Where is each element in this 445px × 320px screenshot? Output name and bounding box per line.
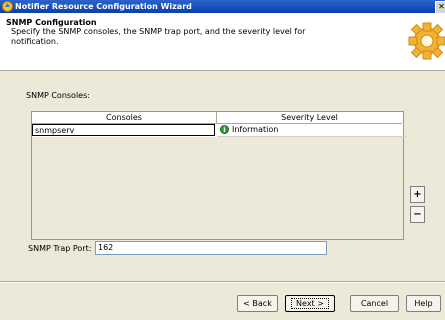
next-button[interactable]: Next > (285, 295, 335, 312)
console-cell[interactable]: snmpserv (32, 124, 215, 136)
next-button-label: Next > (291, 298, 329, 309)
page-title: SNMP Configuration (6, 18, 97, 27)
column-header-severity[interactable]: Severity Level (217, 112, 402, 124)
remove-console-button[interactable]: − (410, 206, 425, 223)
cancel-button[interactable]: Cancel (350, 295, 399, 312)
consoles-table[interactable]: Consoles Severity Level snmpserv i Inform… (31, 111, 406, 240)
help-button[interactable]: Help (406, 295, 441, 312)
add-console-button[interactable]: + (410, 186, 425, 203)
app-icon (2, 1, 13, 12)
back-button[interactable]: < Back (237, 295, 278, 312)
wizard-header: SNMP Configuration Specify the SNMP cons… (0, 13, 445, 71)
snmp-consoles-label: SNMP Consoles: (26, 91, 90, 100)
severity-cell[interactable]: i Information (217, 124, 406, 137)
severity-label: Information (232, 125, 279, 134)
gear-icon (408, 22, 445, 60)
title-bar: Notifier Resource Configuration Wizard ✕ (0, 0, 445, 14)
page-description: Specify the SNMP consoles, the SNMP trap… (11, 27, 306, 46)
table-row[interactable]: snmpserv i Information (32, 124, 406, 137)
footer-divider (0, 281, 445, 283)
window-title: Notifier Resource Configuration Wizard (15, 2, 192, 11)
information-icon: i (220, 125, 229, 134)
trap-port-label: SNMP Trap Port: (28, 244, 92, 253)
trap-port-input[interactable]: 162 (95, 241, 327, 255)
table-header: Consoles Severity Level (32, 112, 403, 124)
column-header-consoles[interactable]: Consoles (32, 112, 217, 124)
